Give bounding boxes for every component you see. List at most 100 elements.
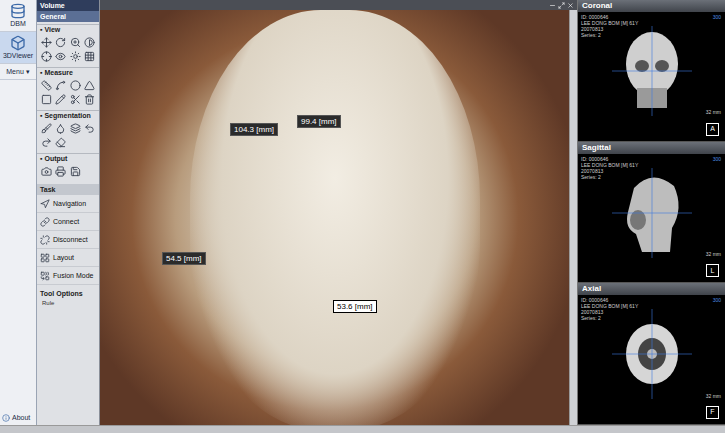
slice-canvas[interactable]: ID: 0000646LEE DONG BOM [M] 61Y20070813S…: [578, 295, 725, 424]
orientation-cube[interactable]: F: [706, 406, 719, 419]
measurement-label[interactable]: 54.5 [mm]: [162, 252, 206, 265]
slice-image-icon: [612, 168, 692, 258]
task-icon: [40, 271, 50, 281]
maximize-icon[interactable]: [558, 2, 565, 9]
tool-button[interactable]: [69, 79, 81, 91]
slice-image-icon: [612, 309, 692, 399]
slice-info: 20070813: [581, 26, 638, 32]
tool-button[interactable]: [55, 136, 67, 148]
app-bar-item[interactable]: 3DViewer: [0, 32, 36, 64]
scrollbar[interactable]: [569, 10, 577, 425]
tool-button[interactable]: [55, 50, 67, 62]
slice-info: LEE DONG BOM [M] 61Y: [581, 162, 638, 168]
tool-icon: [55, 51, 66, 62]
render-canvas[interactable]: 104.3 [mm] 99.4 [mm] 54.5 [mm] 53.6 [mm]: [100, 10, 569, 425]
task-icon: [40, 217, 50, 227]
slice-view: SagittalID: 0000646LEE DONG BOM [M] 61Y2…: [578, 142, 725, 284]
slice-window: 300: [713, 14, 721, 20]
tool-options-title: Tool Options: [37, 289, 99, 299]
tool-icon: [70, 37, 81, 48]
tool-button[interactable]: [40, 165, 52, 177]
task-item[interactable]: Disconnect: [37, 231, 99, 249]
slice-canvas[interactable]: ID: 0000646LEE DONG BOM [M] 61Y20070813S…: [578, 12, 725, 141]
tool-button[interactable]: [55, 165, 67, 177]
tool-icon: [84, 123, 95, 134]
tool-button[interactable]: [69, 165, 81, 177]
tool-button[interactable]: [84, 79, 96, 91]
tool-button[interactable]: [84, 36, 96, 48]
viewer-toolbar: [100, 0, 577, 10]
tool-button[interactable]: [40, 36, 52, 48]
app-icon: [10, 35, 26, 51]
tool-icon: [41, 51, 52, 62]
tool-icon: [84, 37, 95, 48]
slice-window: 300: [713, 156, 721, 162]
tool-panel: VolumeGeneral▪ View▪ Measure▪ Segmentati…: [37, 0, 100, 425]
tool-button[interactable]: [55, 79, 67, 91]
slice-image-icon: [612, 26, 692, 116]
task-icon: [40, 253, 50, 263]
slice-canvas[interactable]: ID: 0000646LEE DONG BOM [M] 61Y20070813S…: [578, 154, 725, 283]
tool-button[interactable]: [84, 122, 96, 134]
panel-tab[interactable]: General: [37, 11, 99, 22]
tool-icon: [70, 166, 81, 177]
slice-title: Sagittal: [578, 142, 725, 154]
tool-icon: [55, 166, 66, 177]
task-item[interactable]: Layout: [37, 249, 99, 267]
tool-button[interactable]: [55, 122, 67, 134]
measurement-label[interactable]: 104.3 [mm]: [230, 123, 278, 136]
tool-icon: [55, 94, 66, 105]
slice-info: LEE DONG BOM [M] 61Y: [581, 20, 638, 26]
tool-button[interactable]: [84, 93, 96, 105]
tool-icon: [41, 137, 52, 148]
tool-button[interactable]: [69, 36, 81, 48]
task-item[interactable]: Connect: [37, 213, 99, 231]
tool-button[interactable]: [40, 50, 52, 62]
app-bar-item[interactable]: DBM: [0, 0, 36, 32]
slice-title: Coronal: [578, 0, 725, 12]
tool-button[interactable]: [40, 122, 52, 134]
tool-button[interactable]: [69, 122, 81, 134]
measurement-label[interactable]: 99.4 [mm]: [297, 115, 341, 128]
tool-button[interactable]: [40, 93, 52, 105]
slice-scale: 32 mm: [706, 393, 721, 401]
panel-title: Volume: [37, 0, 99, 11]
status-bar: [0, 425, 725, 433]
tool-icon: [55, 123, 66, 134]
orientation-cube[interactable]: A: [706, 123, 719, 136]
tool-icon: [41, 166, 52, 177]
tool-icon: [55, 137, 66, 148]
tool-icon: [41, 123, 52, 134]
slice-info: ID: 0000646: [581, 156, 638, 162]
minimize-icon[interactable]: [549, 2, 556, 9]
task-item[interactable]: Navigation: [37, 195, 99, 213]
tool-button[interactable]: [69, 93, 81, 105]
slice-info: Series: 2: [581, 32, 638, 38]
tool-button[interactable]: [55, 36, 67, 48]
tool-icon: [84, 51, 95, 62]
tool-section: ▪ View: [37, 22, 99, 65]
orientation-cube[interactable]: L: [706, 264, 719, 277]
slice-info: Series: 2: [581, 315, 638, 321]
tool-button[interactable]: [84, 50, 96, 62]
tool-icon: [70, 123, 81, 134]
slice-info: ID: 0000646: [581, 297, 638, 303]
tool-icon: [84, 94, 95, 105]
tool-button[interactable]: [69, 50, 81, 62]
app-bar-item[interactable]: Menu ▾: [0, 64, 36, 80]
slice-info: LEE DONG BOM [M] 61Y: [581, 303, 638, 309]
slice-scale: 32 mm: [706, 251, 721, 259]
tool-section: ▪ Measure: [37, 65, 99, 108]
info-icon: [2, 414, 10, 422]
tool-icon: [70, 94, 81, 105]
about-button[interactable]: About: [0, 413, 36, 426]
task-icon: [40, 235, 50, 245]
close-icon[interactable]: [567, 2, 574, 9]
tool-button[interactable]: [40, 79, 52, 91]
tool-button[interactable]: [40, 136, 52, 148]
tool-button[interactable]: [55, 93, 67, 105]
skull-render: [190, 10, 480, 425]
task-item[interactable]: Fusion Mode: [37, 267, 99, 285]
tool-icon: [55, 80, 66, 91]
measurement-label[interactable]: 53.6 [mm]: [333, 300, 377, 313]
